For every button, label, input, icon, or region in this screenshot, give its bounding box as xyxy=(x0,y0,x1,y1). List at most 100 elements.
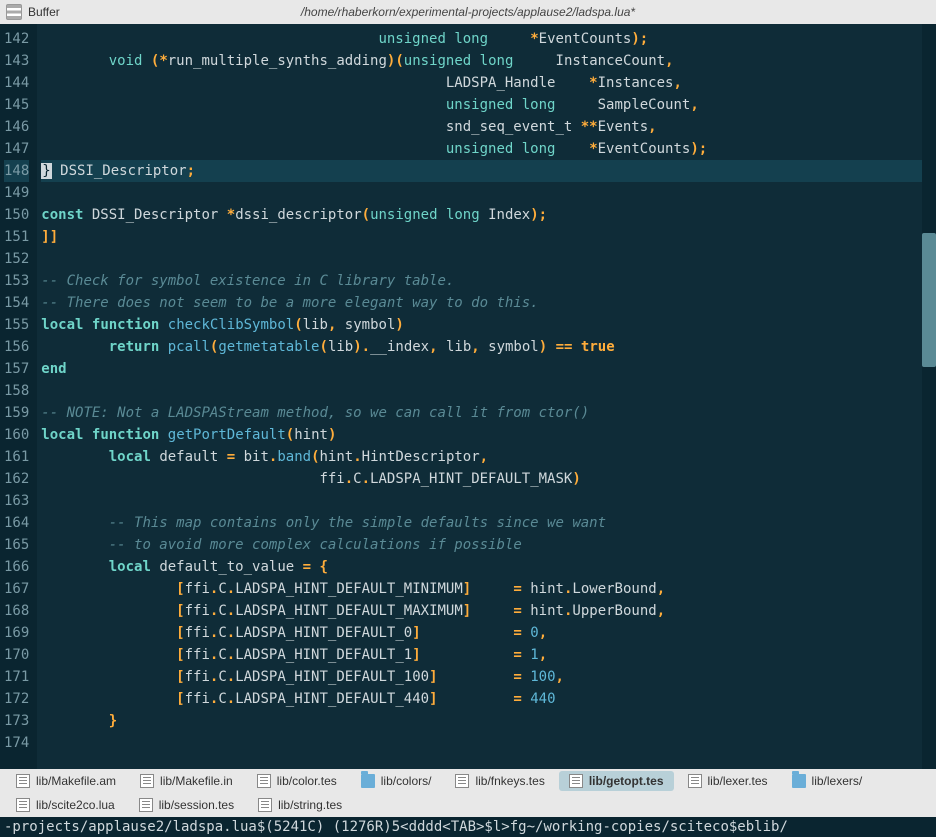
line-number: 164 xyxy=(4,512,29,534)
code-line[interactable]: -- There does not seem to be a more eleg… xyxy=(41,292,936,314)
line-number: 167 xyxy=(4,578,29,600)
file-icon xyxy=(257,774,271,788)
code-line[interactable]: local function getPortDefault(hint) xyxy=(41,424,936,446)
code-line[interactable]: -- This map contains only the simple def… xyxy=(41,512,936,534)
code-line[interactable]: -- Check for symbol existence in C libra… xyxy=(41,270,936,292)
buffer-label: Buffer xyxy=(28,5,60,19)
code-line[interactable] xyxy=(41,182,936,204)
code-line[interactable]: end xyxy=(41,358,936,380)
line-number: 152 xyxy=(4,248,29,270)
line-number: 151 xyxy=(4,226,29,248)
code-line[interactable]: -- NOTE: Not a LADSPAStream method, so w… xyxy=(41,402,936,424)
line-number: 163 xyxy=(4,490,29,512)
line-number: 165 xyxy=(4,534,29,556)
line-number: 158 xyxy=(4,380,29,402)
line-number: 157 xyxy=(4,358,29,380)
code-line[interactable]: const DSSI_Descriptor *dssi_descriptor(u… xyxy=(41,204,936,226)
line-number: 153 xyxy=(4,270,29,292)
code-content[interactable]: unsigned long *EventCounts); void (*run_… xyxy=(37,24,936,769)
line-number: 149 xyxy=(4,182,29,204)
code-line[interactable]: } xyxy=(41,710,936,732)
folder-icon xyxy=(361,774,375,788)
file-tab-label: lib/lexer.tes xyxy=(708,774,768,788)
line-number: 154 xyxy=(4,292,29,314)
code-line[interactable] xyxy=(41,490,936,512)
line-number: 146 xyxy=(4,116,29,138)
code-line[interactable]: return pcall(getmetatable(lib).__index, … xyxy=(41,336,936,358)
file-tab-bar: lib/Makefile.am lib/Makefile.in lib/color.… xyxy=(0,769,936,817)
line-number: 142 xyxy=(4,28,29,50)
file-icon xyxy=(140,774,154,788)
code-line[interactable] xyxy=(41,380,936,402)
file-tab-label: lib/Makefile.am xyxy=(36,774,116,788)
code-line[interactable]: [ffi.C.LADSPA_HINT_DEFAULT_440] = 440 xyxy=(41,688,936,710)
line-number: 169 xyxy=(4,622,29,644)
code-line[interactable]: [ffi.C.LADSPA_HINT_DEFAULT_1] = 1, xyxy=(41,644,936,666)
file-tab-label: lib/getopt.tes xyxy=(589,774,664,788)
line-number: 143 xyxy=(4,50,29,72)
line-number: 159 xyxy=(4,402,29,424)
line-number: 171 xyxy=(4,666,29,688)
line-number: 173 xyxy=(4,710,29,732)
code-line[interactable]: LADSPA_Handle *Instances, xyxy=(41,72,936,94)
code-line[interactable]: [ffi.C.LADSPA_HINT_DEFAULT_MINIMUM] = hi… xyxy=(41,578,936,600)
line-number: 155 xyxy=(4,314,29,336)
file-tab-label: lib/fnkeys.tes xyxy=(475,774,544,788)
line-number: 174 xyxy=(4,732,29,754)
file-tab-label: lib/scite2co.lua xyxy=(36,798,115,812)
file-tab[interactable]: lib/Makefile.in xyxy=(130,771,243,791)
file-tab[interactable]: lib/Makefile.am xyxy=(6,771,126,791)
line-number: 161 xyxy=(4,446,29,468)
code-line[interactable]: [ffi.C.LADSPA_HINT_DEFAULT_MAXIMUM] = hi… xyxy=(41,600,936,622)
code-line[interactable]: local default = bit.band(hint.HintDescri… xyxy=(41,446,936,468)
line-number: 172 xyxy=(4,688,29,710)
file-tab[interactable]: lib/colors/ xyxy=(351,771,442,791)
file-tab-label: lib/session.tes xyxy=(159,798,234,812)
file-path: /home/rhaberkorn/experimental-projects/a… xyxy=(301,5,635,19)
file-tab[interactable]: lib/string.tes xyxy=(248,795,352,815)
file-icon xyxy=(455,774,469,788)
code-line[interactable]: unsigned long *EventCounts); xyxy=(41,138,936,160)
vertical-scrollbar[interactable] xyxy=(922,24,936,769)
file-tab-label: lib/colors/ xyxy=(381,774,432,788)
file-icon xyxy=(139,798,153,812)
file-tab[interactable]: lib/scite2co.lua xyxy=(6,795,125,815)
file-tab[interactable]: lib/lexers/ xyxy=(782,771,873,791)
menu-icon[interactable] xyxy=(6,4,22,20)
code-line[interactable]: local function checkClibSymbol(lib, symb… xyxy=(41,314,936,336)
file-tab[interactable]: lib/getopt.tes xyxy=(559,771,674,791)
code-line[interactable]: void (*run_multiple_synths_adding)(unsig… xyxy=(41,50,936,72)
code-line[interactable]: snd_seq_event_t **Events, xyxy=(41,116,936,138)
line-number: 145 xyxy=(4,94,29,116)
line-number: 160 xyxy=(4,424,29,446)
code-line[interactable]: unsigned long *EventCounts); xyxy=(41,28,936,50)
status-bar: -projects/applause2/ladspa.lua$(5241C) (… xyxy=(0,817,936,837)
file-icon xyxy=(16,774,30,788)
code-line[interactable]: [ffi.C.LADSPA_HINT_DEFAULT_100] = 100, xyxy=(41,666,936,688)
file-tab[interactable]: lib/session.tes xyxy=(129,795,244,815)
line-number: 168 xyxy=(4,600,29,622)
file-tab[interactable]: lib/color.tes xyxy=(247,771,347,791)
line-number: 162 xyxy=(4,468,29,490)
line-number: 148 xyxy=(4,160,29,182)
code-line[interactable]: ffi.C.LADSPA_HINT_DEFAULT_MASK) xyxy=(41,468,936,490)
file-icon xyxy=(569,774,583,788)
folder-icon xyxy=(792,774,806,788)
code-line[interactable]: ]] xyxy=(41,226,936,248)
file-tab[interactable]: lib/lexer.tes xyxy=(678,771,778,791)
line-number-gutter: 1421431441451461471481491501511521531541… xyxy=(0,24,37,769)
code-line[interactable]: local default_to_value = { xyxy=(41,556,936,578)
code-line[interactable]: [ffi.C.LADSPA_HINT_DEFAULT_0] = 0, xyxy=(41,622,936,644)
file-tab-label: lib/color.tes xyxy=(277,774,337,788)
code-line[interactable]: unsigned long SampleCount, xyxy=(41,94,936,116)
file-tab[interactable]: lib/fnkeys.tes xyxy=(445,771,554,791)
code-line[interactable] xyxy=(41,732,936,754)
title-bar: Buffer /home/rhaberkorn/experimental-pro… xyxy=(0,0,936,24)
code-line[interactable] xyxy=(41,248,936,270)
editor-area[interactable]: 1421431441451461471481491501511521531541… xyxy=(0,24,936,769)
file-tab-label: lib/string.tes xyxy=(278,798,342,812)
code-line[interactable]: } DSSI_Descriptor; xyxy=(41,160,936,182)
line-number: 166 xyxy=(4,556,29,578)
scrollbar-thumb[interactable] xyxy=(922,233,936,367)
code-line[interactable]: -- to avoid more complex calculations if… xyxy=(41,534,936,556)
